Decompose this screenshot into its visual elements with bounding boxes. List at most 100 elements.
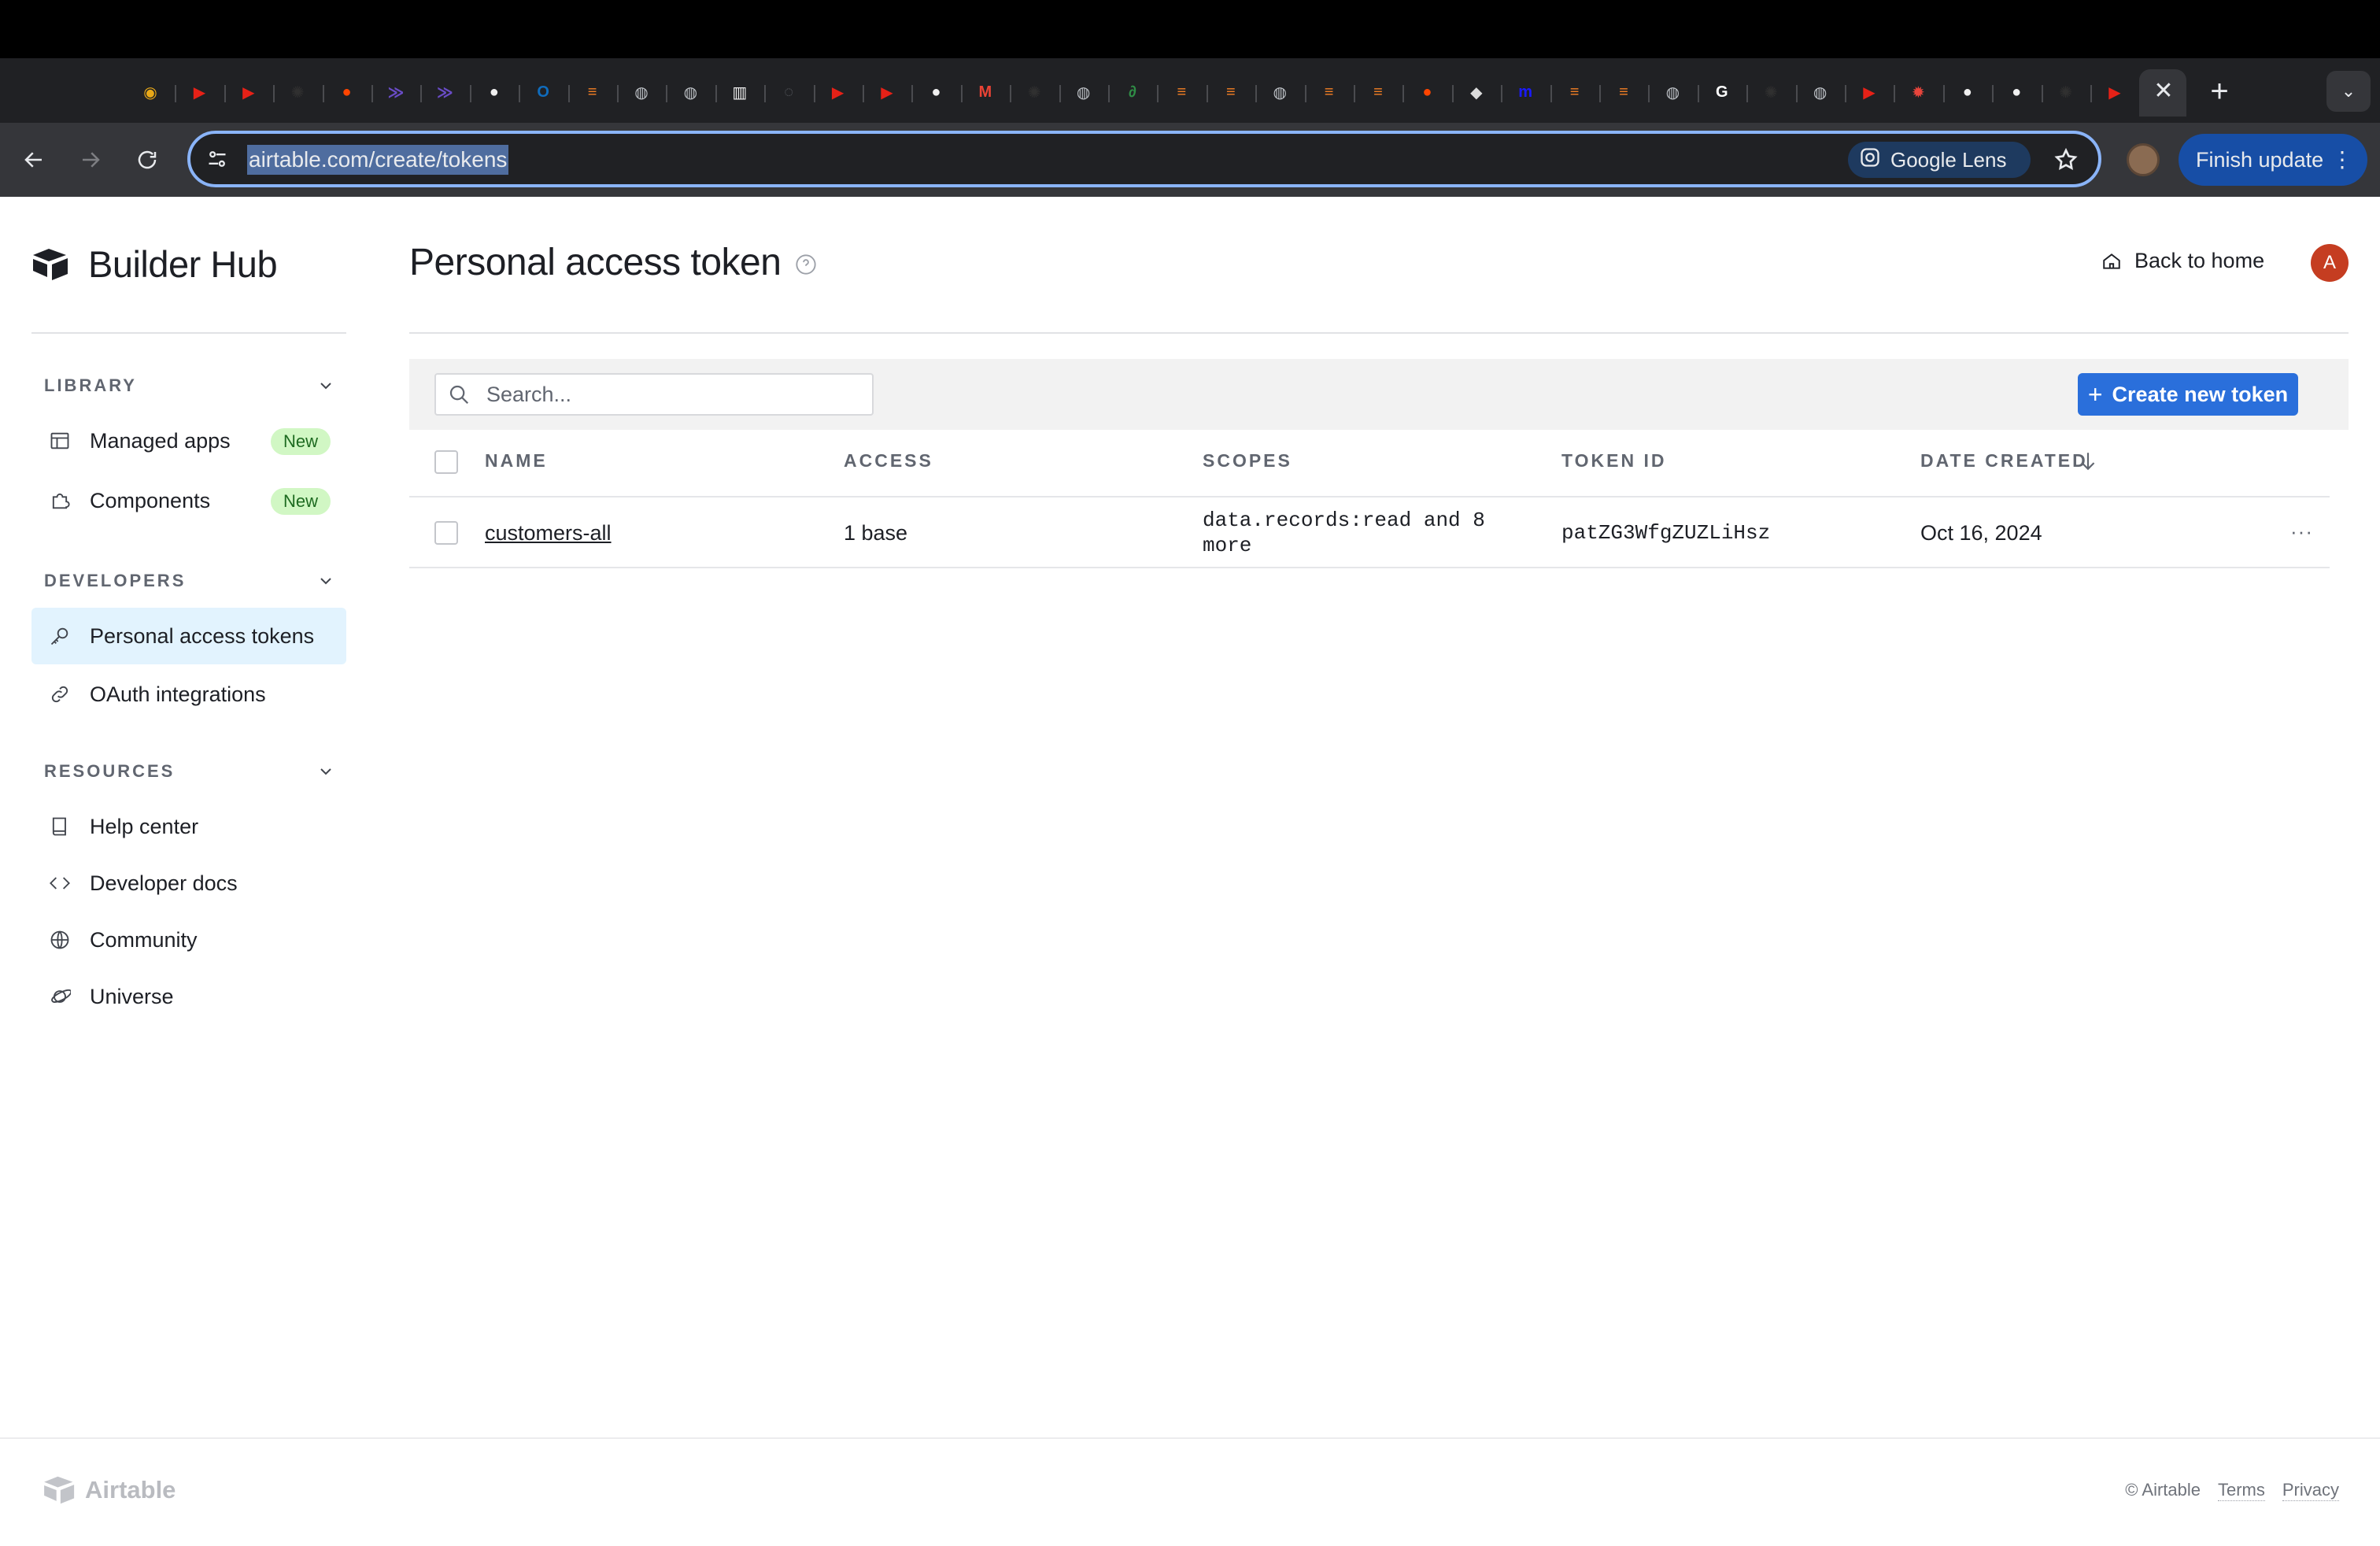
column-header-date-created[interactable]: DATE CREATED [1920,450,2088,472]
token-access: 1 base [844,521,908,545]
footer-logo-text: Airtable [85,1476,176,1503]
reddit-icon[interactable]: ● [334,79,360,105]
brand[interactable]: Builder Hub [31,242,278,286]
column-header-scopes[interactable]: SCOPES [1203,450,1292,472]
browser-profile-avatar[interactable] [2127,143,2160,176]
youtube-icon[interactable]: ▶ [1856,79,1883,105]
key-icon [47,623,72,649]
sidebar-item-managed-apps[interactable]: Managed apps New [31,412,346,469]
section-developers-header[interactable]: DEVELOPERS [44,565,335,597]
tab-separator [2041,85,2043,102]
bookmark-star-icon[interactable] [2049,143,2082,176]
more-options-icon[interactable]: ··· [2290,520,2322,543]
reload-icon[interactable] [129,142,165,178]
select-all-checkbox[interactable] [434,450,458,474]
os-top-bar [0,0,2380,58]
forward-arrow-icon[interactable] [72,142,109,178]
tab-separator [322,85,324,102]
footer-divider [0,1437,2380,1439]
tab-separator [469,85,471,102]
gmail-icon[interactable]: M [972,79,999,105]
sidebar-item-community[interactable]: Community [31,912,346,968]
footer-privacy-link[interactable]: Privacy [2282,1480,2339,1501]
youtube-icon[interactable]: ▶ [2101,79,2128,105]
table-header-divider [409,496,2330,497]
url-text[interactable]: airtable.com/create/tokens [247,145,509,175]
sidebar-item-universe[interactable]: Universe [31,968,346,1025]
footer-terms-link[interactable]: Terms [2217,1480,2265,1501]
chrome-multicolor-icon[interactable]: ◉ [137,79,164,105]
openai-icon[interactable]: ✺ [1757,79,1784,105]
stackoverflow-icon[interactable]: ≡ [579,79,606,105]
stackoverflow-icon[interactable]: ≡ [1561,79,1588,105]
brand-name: Builder Hub [88,243,278,285]
sidebar-item-components[interactable]: Components New [31,472,346,529]
frame-icon[interactable]: ≫ [382,79,409,105]
stackoverflow-icon[interactable]: ≡ [1365,79,1391,105]
back-to-home-link[interactable]: Back to home [2101,249,2264,273]
github-icon[interactable]: ● [2003,79,2030,105]
new-tab-icon[interactable]: + [2204,74,2235,109]
github-icon[interactable]: ● [481,79,508,105]
column-header-access[interactable]: ACCESS [844,450,933,472]
tab-separator [1108,85,1110,102]
github-icon[interactable]: ● [1954,79,1981,105]
close-tab-icon[interactable]: ✕ [2150,77,2177,104]
car-icon[interactable]: ◆ [1463,79,1490,105]
token-scopes-line2: more [1203,534,1252,557]
outlook-icon[interactable]: O [530,79,556,105]
youtube-icon[interactable]: ▶ [825,79,852,105]
section-resources-header[interactable]: RESOURCES [44,756,335,787]
stackoverflow-icon[interactable]: ≡ [1316,79,1343,105]
sort-down-arrow-icon[interactable] [2078,450,2098,472]
column-header-token-id[interactable]: TOKEN ID [1561,450,1666,472]
openai-icon[interactable]: ✺ [1021,79,1048,105]
google-icon[interactable]: G [1709,79,1735,105]
geeksforgeeks-icon[interactable]: ∂ [1119,79,1146,105]
search-input[interactable] [486,379,856,409]
tab-separator [1599,85,1601,102]
section-library-header[interactable]: LIBRARY [44,370,335,401]
sidebar-item-label: Help center [90,814,199,838]
globe-icon[interactable]: ◍ [1070,79,1097,105]
create-new-token-button[interactable]: + Create new token [2078,373,2298,416]
sidebar-item-personal-access-tokens[interactable]: Personal access tokens [31,608,346,664]
airtable-logo-icon [33,248,68,280]
footer-logo[interactable]: Airtable [42,1475,176,1505]
avatar[interactable]: A [2311,244,2349,282]
openai-icon[interactable]: ✺ [2053,79,2079,105]
site-settings-icon[interactable] [203,145,231,173]
tab-separator [1354,85,1355,102]
back-arrow-icon[interactable] [16,142,52,178]
finish-update-button[interactable]: Finish update ⋮ [2179,134,2367,186]
token-name-link[interactable]: customers-all [485,521,612,546]
youtube-icon[interactable]: ▶ [235,79,262,105]
openai-icon[interactable]: ✺ [284,79,311,105]
youtube-icon[interactable]: ▶ [874,79,900,105]
book-icon [47,814,72,839]
medium-icon[interactable]: m [1512,79,1539,105]
sidebar-item-help-center[interactable]: Help center [31,798,346,855]
globe-icon[interactable]: ◍ [1807,79,1834,105]
tab-separator [764,85,767,102]
back-to-home-label: Back to home [2134,249,2265,272]
globe-icon[interactable]: ◍ [628,79,655,105]
stackoverflow-icon[interactable]: ≡ [1218,79,1244,105]
sidebar-item-label: Personal access tokens [90,623,315,648]
row-checkbox[interactable] [434,521,458,545]
notes-icon[interactable]: ▥ [726,79,753,105]
column-header-name[interactable]: NAME [485,450,548,472]
puzzle-icon [47,488,72,513]
stackoverflow-icon[interactable]: ≡ [1610,79,1637,105]
sidebar-item-label: Components [90,488,211,512]
loading-icon[interactable]: ◌ [775,79,802,105]
tab-separator [617,85,619,102]
sidebar-item-developer-docs[interactable]: Developer docs [31,855,346,912]
globe-icon[interactable]: ◍ [1266,79,1293,105]
google-lens-button[interactable]: Google Lens [1848,142,2031,178]
sidebar-item-oauth-integrations[interactable]: OAuth integrations [31,666,346,723]
help-icon[interactable] [795,253,817,276]
tab-separator [1402,85,1405,102]
tab-search-chevron-icon[interactable]: ⌄ [2326,71,2371,112]
tab-separator [1157,85,1159,102]
